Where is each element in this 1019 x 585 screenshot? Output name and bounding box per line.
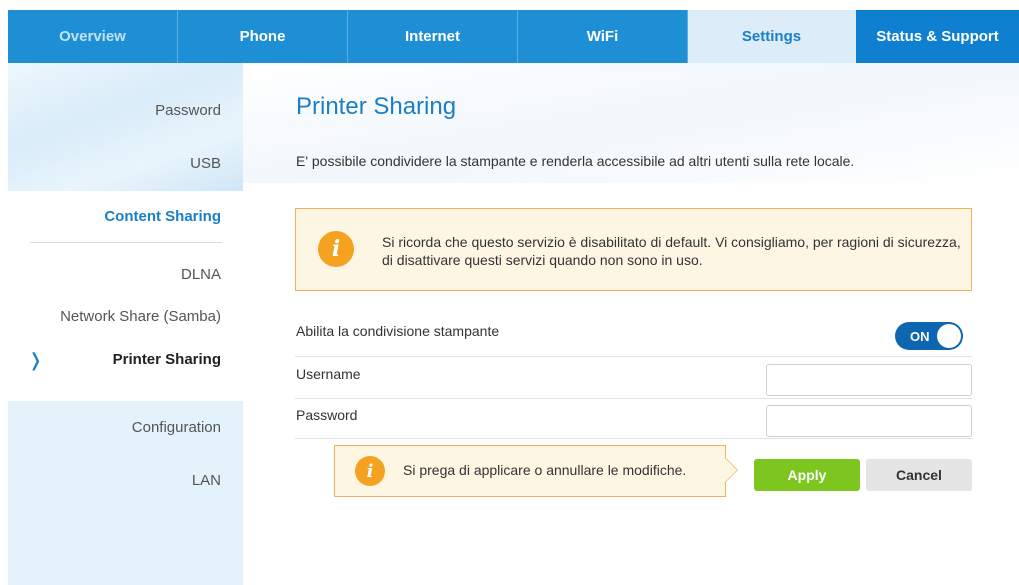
- sidebar-divider: [30, 242, 222, 243]
- security-notice-text: Si ricorda che questo servizio è disabil…: [382, 234, 961, 268]
- tab-overview[interactable]: Overview: [8, 10, 178, 63]
- tab-settings[interactable]: Settings: [688, 10, 856, 63]
- tab-status-support[interactable]: Status & Support: [856, 10, 1019, 63]
- security-notice: i Si ricorda che questo servizio è disab…: [295, 208, 972, 291]
- sidebar-item-usb[interactable]: USB: [190, 155, 221, 172]
- printer-sharing-toggle[interactable]: ON: [895, 322, 963, 350]
- tab-phone[interactable]: Phone: [178, 10, 348, 63]
- apply-button[interactable]: Apply: [754, 459, 860, 491]
- chevron-right-icon: ❭: [28, 350, 44, 370]
- sidebar-item-network-share[interactable]: Network Share (Samba): [60, 308, 221, 325]
- sidebar-item-password[interactable]: Password: [155, 102, 221, 119]
- password-input[interactable]: [766, 405, 972, 437]
- sidebar-item-printer-sharing[interactable]: Printer Sharing: [113, 351, 221, 368]
- username-label: Username: [296, 366, 361, 382]
- toggle-knob: [937, 324, 961, 348]
- tab-wifi[interactable]: WiFi: [518, 10, 688, 63]
- row-divider: [295, 356, 972, 357]
- tab-internet[interactable]: Internet: [348, 10, 518, 63]
- page-title: Printer Sharing: [296, 93, 457, 120]
- sidebar-section-content-sharing[interactable]: Content Sharing: [104, 208, 221, 225]
- apply-changes-notice: i Si prega di applicare o annullare le m…: [334, 445, 726, 497]
- sidebar-item-configuration[interactable]: Configuration: [132, 419, 221, 436]
- sidebar: Password USB Content Sharing DLNA Networ…: [8, 63, 243, 585]
- notice-pointer: [725, 458, 737, 482]
- sidebar-item-lan[interactable]: LAN: [192, 472, 221, 489]
- username-input[interactable]: [766, 364, 972, 396]
- info-icon: i: [318, 231, 354, 267]
- info-icon: i: [355, 456, 385, 486]
- page-description: E' possibile condividere la stampante e …: [296, 153, 855, 169]
- sidebar-item-dlna[interactable]: DLNA: [181, 266, 221, 283]
- top-navigation: Overview Phone Internet WiFi Settings St…: [8, 10, 1019, 63]
- row-divider: [295, 398, 972, 399]
- enable-printer-sharing-label: Abilita la condivisione stampante: [296, 323, 500, 339]
- password-label: Password: [296, 407, 358, 423]
- toggle-state-label: ON: [910, 329, 930, 344]
- row-divider: [295, 438, 972, 439]
- cancel-button[interactable]: Cancel: [866, 459, 972, 491]
- apply-changes-notice-text: Si prega di applicare o annullare le mod…: [403, 462, 687, 478]
